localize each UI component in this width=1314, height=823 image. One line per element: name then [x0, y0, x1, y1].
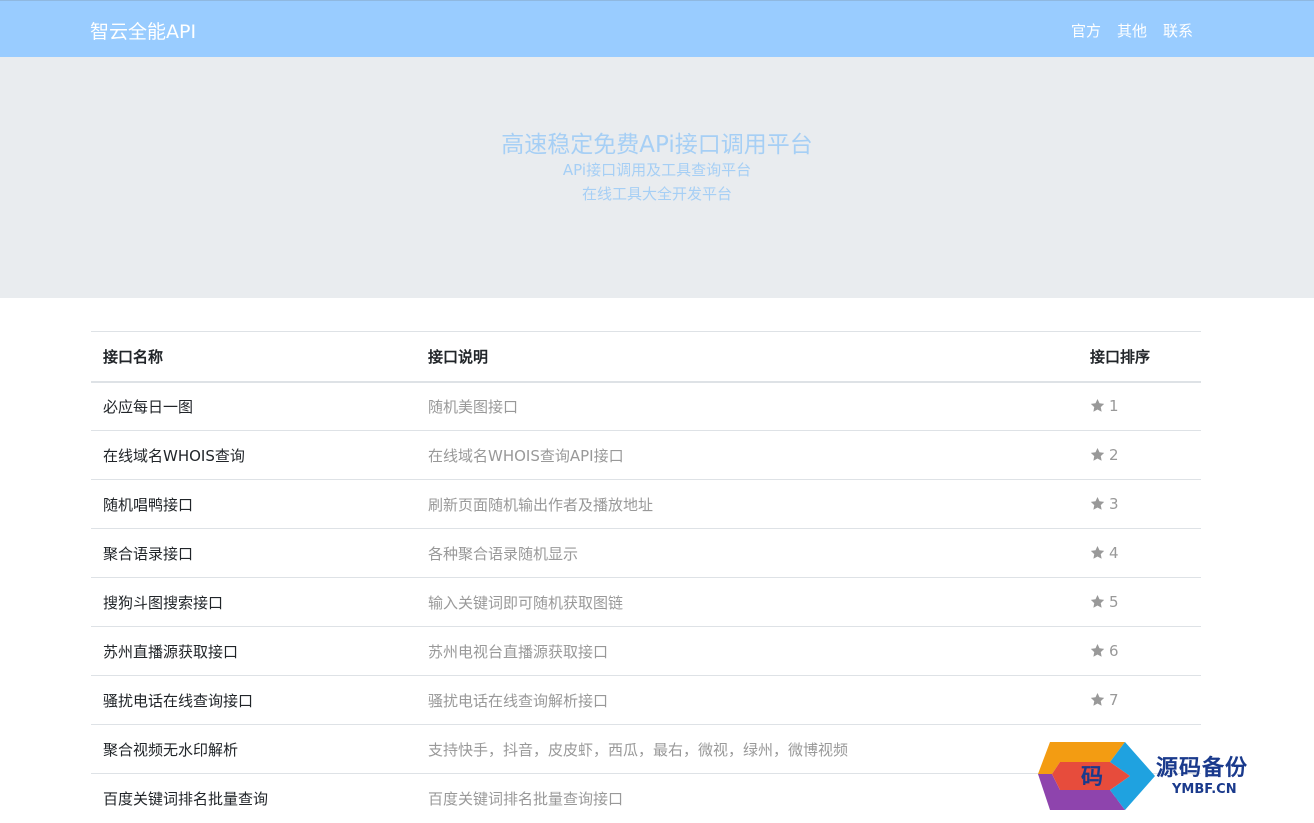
hero-banner: 高速稳定免费APi接口调用平台 APi接口调用及工具查询平台 在线工具大全开发平…	[0, 57, 1314, 298]
table-row[interactable]: 必应每日一图 随机美图接口 1	[91, 381, 1201, 431]
table-row[interactable]: 聚合语录接口 各种聚合语录随机显示 4	[91, 528, 1201, 578]
star-icon	[1090, 643, 1105, 657]
api-name[interactable]: 苏州直播源获取接口	[91, 626, 416, 676]
top-navbar: 智云全能API 官方 其他 联系	[0, 0, 1314, 57]
api-name[interactable]: 必应每日一图	[91, 381, 416, 431]
api-name[interactable]: 在线域名WHOIS查询	[91, 430, 416, 480]
api-desc: 苏州电视台直播源获取接口	[416, 626, 1078, 676]
api-rank: 2	[1078, 430, 1201, 480]
rank-value: 6	[1109, 642, 1119, 660]
rank-value: 3	[1109, 495, 1119, 513]
hero-title: 高速稳定免费APi接口调用平台	[501, 132, 813, 158]
nav-link-contact[interactable]: 联系	[1163, 20, 1193, 41]
star-icon	[1090, 594, 1105, 608]
table-row[interactable]: 骚扰电话在线查询接口 骚扰电话在线查询解析接口 7	[91, 675, 1201, 725]
rank-value: 5	[1109, 593, 1119, 611]
table-row[interactable]: 苏州直播源获取接口 苏州电视台直播源获取接口 6	[91, 626, 1201, 676]
hero-subtitle-2: 在线工具大全开发平台	[581, 185, 732, 203]
api-name[interactable]: 搜狗斗图搜索接口	[91, 577, 416, 627]
api-desc: 输入关键词即可随机获取图链	[416, 577, 1078, 627]
api-rank: 4	[1078, 528, 1201, 578]
watermark-text: 源码备份	[1156, 755, 1249, 781]
rank-value: 7	[1109, 691, 1119, 709]
api-name[interactable]: 聚合语录接口	[91, 528, 416, 578]
watermark-sub: YMBF.CN	[1172, 782, 1237, 797]
watermark-glyph: 码	[1081, 764, 1103, 790]
api-rank: 3	[1078, 479, 1201, 529]
api-rank: 7	[1078, 675, 1201, 725]
watermark-emblem-icon: 码	[1038, 742, 1155, 810]
api-desc: 随机美图接口	[416, 381, 1078, 431]
rank-value: 2	[1109, 446, 1119, 464]
table-row[interactable]: 搜狗斗图搜索接口 输入关键词即可随机获取图链 5	[91, 577, 1201, 627]
nav-links: 官方 其他 联系	[1071, 20, 1193, 41]
api-desc: 骚扰电话在线查询解析接口	[416, 675, 1078, 725]
rank-value: 1	[1109, 397, 1119, 416]
api-rank: 6	[1078, 626, 1201, 676]
nav-link-other[interactable]: 其他	[1117, 20, 1147, 41]
api-name[interactable]: 随机唱鸭接口	[91, 479, 416, 529]
api-rank: 1	[1078, 381, 1201, 431]
table-row[interactable]: 在线域名WHOIS查询 在线域名WHOIS查询API接口 2	[91, 430, 1201, 480]
star-icon	[1090, 399, 1105, 412]
table-header-row: 接口名称 接口说明 接口排序	[91, 331, 1201, 383]
header-api-rank: 接口排序	[1078, 331, 1201, 383]
star-icon	[1090, 496, 1105, 510]
api-desc: 刷新页面随机输出作者及播放地址	[416, 479, 1078, 529]
api-name[interactable]: 百度关键词排名批量查询	[91, 773, 416, 823]
star-icon	[1090, 692, 1105, 706]
api-desc: 百度关键词排名批量查询接口	[416, 773, 1078, 823]
header-api-desc: 接口说明	[416, 331, 1078, 383]
api-desc: 支持快手，抖音，皮皮虾，西瓜，最右，微视，绿州，微博视频	[416, 724, 1078, 774]
table-row[interactable]: 随机唱鸭接口 刷新页面随机输出作者及播放地址 3	[91, 479, 1201, 529]
api-desc: 各种聚合语录随机显示	[416, 528, 1078, 578]
star-icon	[1090, 545, 1105, 559]
brand-link[interactable]: 智云全能API	[90, 17, 196, 44]
api-desc: 在线域名WHOIS查询API接口	[416, 430, 1078, 480]
watermark-logo: 码 源码备份 YMBF.CN	[1030, 740, 1300, 812]
api-name[interactable]: 骚扰电话在线查询接口	[91, 675, 416, 725]
api-rank: 5	[1078, 577, 1201, 627]
api-name[interactable]: 聚合视频无水印解析	[91, 724, 416, 774]
header-api-name: 接口名称	[91, 331, 416, 383]
hero-subtitle-1: APi接口调用及工具查询平台	[562, 161, 752, 179]
star-icon	[1090, 447, 1105, 461]
rank-value: 4	[1109, 544, 1119, 562]
nav-link-official[interactable]: 官方	[1071, 20, 1101, 41]
